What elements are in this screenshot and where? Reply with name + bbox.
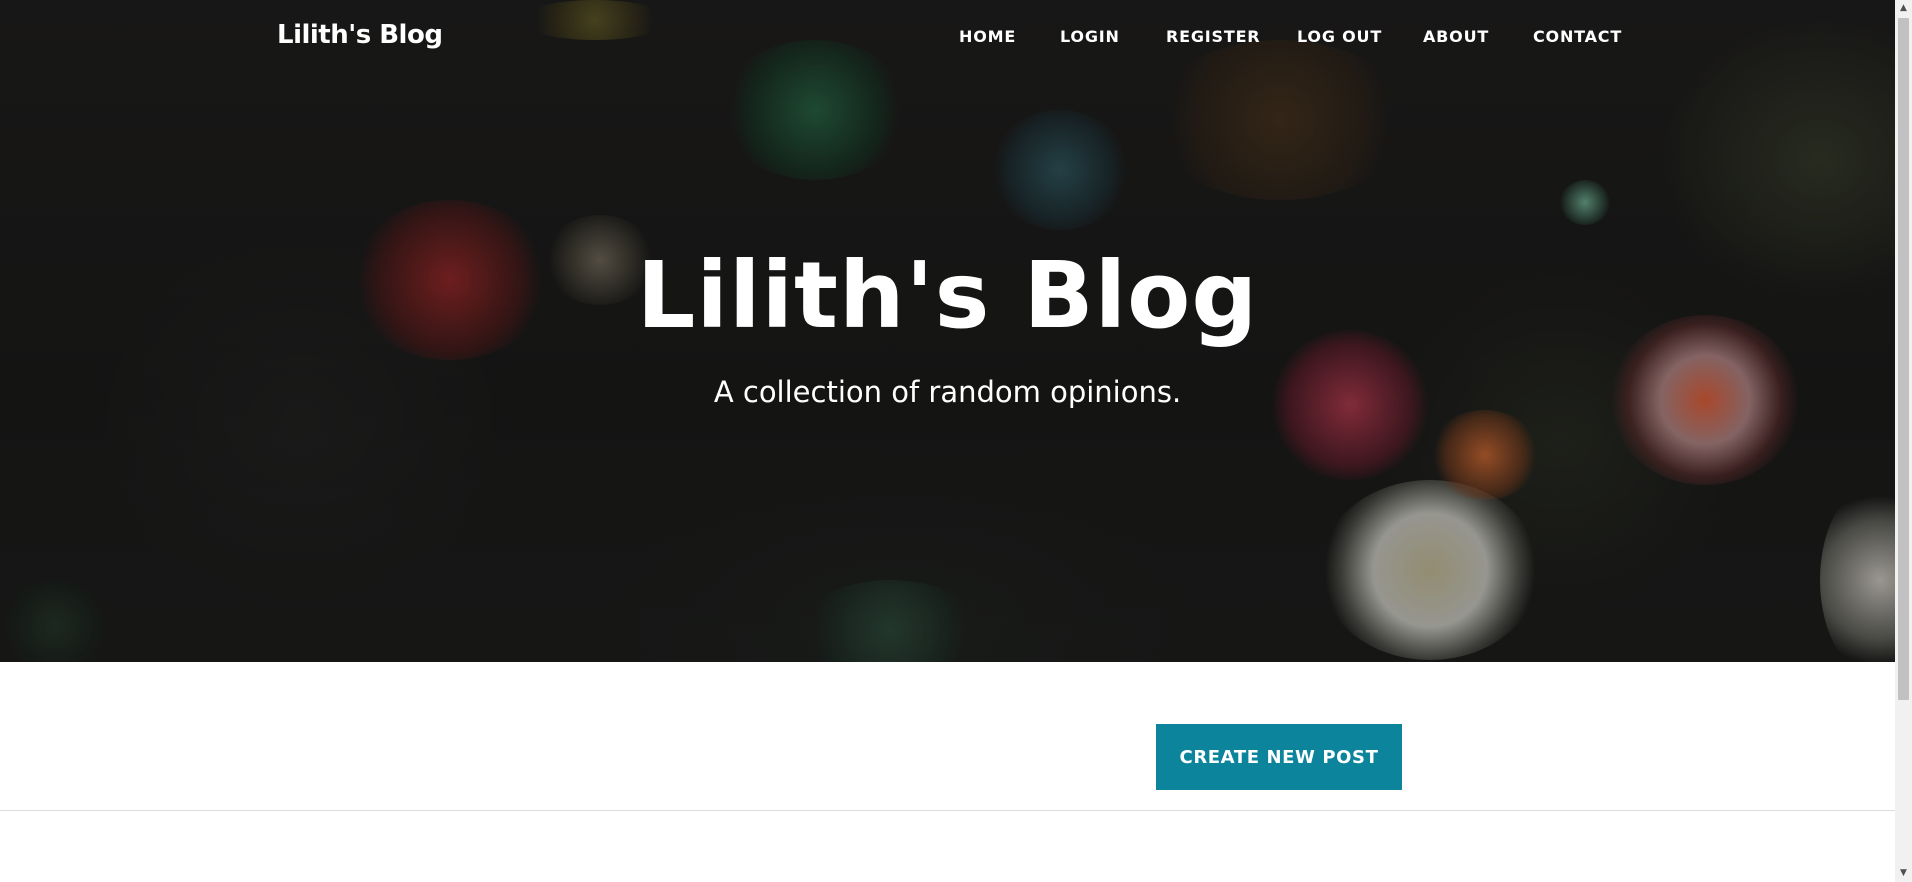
main-navigation: HOME LOGIN REGISTER LOG OUT ABOUT CONTAC… (0, 27, 1895, 51)
section-divider (0, 810, 1895, 811)
hero-subtitle: A collection of random opinions. (713, 375, 1182, 409)
scrollbar-thumb[interactable] (1898, 18, 1909, 700)
nav-login-link[interactable]: LOGIN (1060, 27, 1120, 46)
nav-contact-link[interactable]: CONTACT (1533, 27, 1622, 46)
page: Lilith's Blog HOME LOGIN REGISTER LOG OU… (0, 0, 1912, 882)
nav-about-link[interactable]: ABOUT (1423, 27, 1489, 46)
scroll-down-arrow-icon[interactable]: ▼ (1895, 865, 1912, 882)
vertical-scrollbar[interactable]: ▲ ▼ (1895, 0, 1912, 882)
nav-logout-link[interactable]: LOG OUT (1297, 27, 1382, 46)
nav-home-link[interactable]: HOME (959, 27, 1016, 46)
nav-register-link[interactable]: REGISTER (1166, 27, 1260, 46)
create-new-post-button[interactable]: CREATE NEW POST (1156, 724, 1402, 790)
hero-header: Lilith's Blog HOME LOGIN REGISTER LOG OU… (0, 0, 1895, 662)
hero-title: Lilith's Blog (636, 242, 1259, 349)
scroll-up-arrow-icon[interactable]: ▲ (1895, 0, 1912, 17)
